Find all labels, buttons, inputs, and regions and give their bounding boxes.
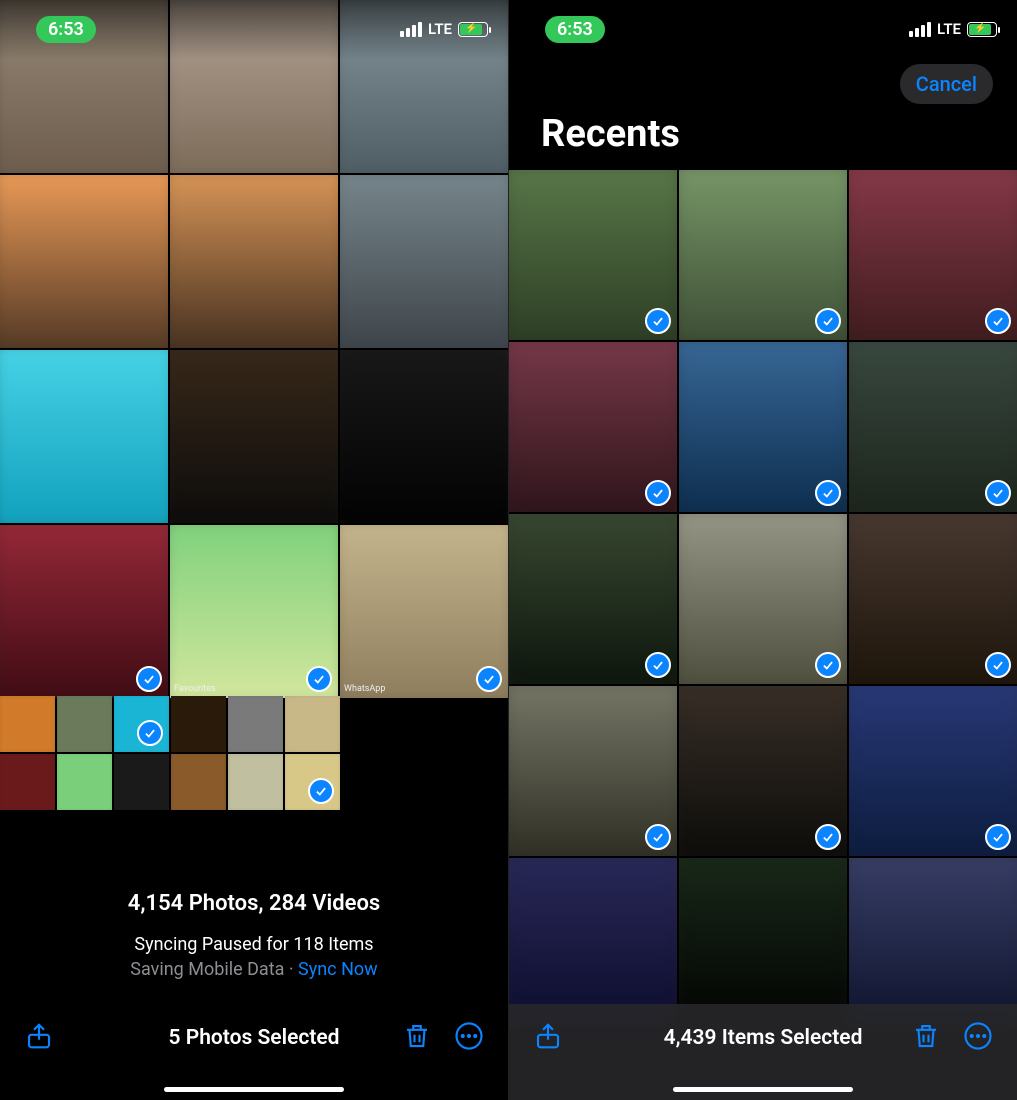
- trash-icon[interactable]: [911, 1021, 941, 1055]
- photo-thumbnail[interactable]: Favourites: [170, 525, 338, 698]
- photo-thumbnail[interactable]: [285, 754, 340, 810]
- selected-check-icon: [645, 824, 671, 850]
- photo-thumbnail[interactable]: [57, 696, 112, 752]
- photo-thumbnail[interactable]: [0, 175, 168, 348]
- signal-strength-icon: [400, 22, 422, 37]
- photo-thumbnail[interactable]: WhatsApp: [340, 525, 508, 698]
- cancel-button[interactable]: Cancel: [900, 64, 993, 104]
- selected-check-icon: [645, 308, 671, 334]
- status-bar: 6:53 LTE ⚡: [509, 14, 1017, 44]
- photo-thumbnail[interactable]: [849, 686, 1017, 856]
- selected-check-icon: [985, 308, 1011, 334]
- photo-thumbnail[interactable]: [170, 175, 338, 348]
- photo-thumbnail[interactable]: [679, 686, 847, 856]
- photo-thumbnail[interactable]: [171, 754, 226, 810]
- sync-now-link[interactable]: Sync Now: [298, 959, 378, 980]
- photo-thumbnail[interactable]: [228, 696, 283, 752]
- photo-thumbnail[interactable]: [849, 170, 1017, 340]
- photo-thumbnail[interactable]: [114, 696, 169, 752]
- selected-check-icon: [645, 652, 671, 678]
- sync-status: Syncing Paused for 118 Items: [0, 934, 508, 955]
- trash-icon[interactable]: [402, 1021, 432, 1055]
- selected-check-icon: [476, 666, 502, 692]
- photo-grid-large[interactable]: Favourites WhatsApp: [0, 0, 508, 694]
- selected-check-icon: [815, 652, 841, 678]
- screen-right-recents-selection: 6:53 LTE ⚡ Cancel Recents 4,439 Items Se…: [508, 0, 1017, 1100]
- album-title: Recents: [541, 112, 680, 156]
- photo-grid[interactable]: [509, 170, 1017, 1030]
- saving-data-label: Saving Mobile Data ·: [130, 959, 298, 980]
- battery-charging-icon: ⚡: [967, 22, 997, 37]
- selected-check-icon: [308, 778, 334, 804]
- photo-thumbnail[interactable]: [679, 342, 847, 512]
- photo-thumbnail[interactable]: [171, 696, 226, 752]
- photo-thumbnail[interactable]: [509, 514, 677, 684]
- selection-toolbar: 4,439 Items Selected: [509, 1004, 1017, 1100]
- more-options-icon[interactable]: [454, 1021, 484, 1055]
- photo-thumbnail[interactable]: [679, 170, 847, 340]
- photo-thumbnail[interactable]: [285, 696, 340, 752]
- photo-video-count: 4,154 Photos, 284 Videos: [0, 891, 508, 916]
- photo-thumbnail[interactable]: [849, 858, 1017, 1028]
- selection-toolbar: 5 Photos Selected: [0, 1004, 508, 1100]
- thumbnail-label: WhatsApp: [344, 684, 385, 694]
- photo-thumbnail[interactable]: [509, 858, 677, 1028]
- selected-check-icon: [815, 824, 841, 850]
- selected-check-icon: [985, 480, 1011, 506]
- selected-check-icon: [985, 652, 1011, 678]
- photo-thumbnail[interactable]: [849, 514, 1017, 684]
- photo-thumbnail[interactable]: [57, 754, 112, 810]
- thumbnail-label: Favourites: [174, 684, 216, 694]
- photo-thumbnail[interactable]: [679, 858, 847, 1028]
- more-options-icon[interactable]: [963, 1021, 993, 1055]
- status-bar: 6:53 LTE ⚡: [0, 14, 508, 44]
- photo-thumbnail[interactable]: [170, 350, 338, 523]
- status-right: LTE ⚡: [400, 20, 488, 38]
- nav-row: Cancel: [900, 72, 993, 96]
- selected-check-icon: [136, 666, 162, 692]
- selected-check-icon: [815, 308, 841, 334]
- battery-charging-icon: ⚡: [458, 22, 488, 37]
- selected-check-icon: [306, 666, 332, 692]
- home-indicator[interactable]: [673, 1087, 853, 1092]
- signal-strength-icon: [909, 22, 931, 37]
- library-summary: 4,154 Photos, 284 Videos Syncing Paused …: [0, 891, 508, 980]
- home-indicator[interactable]: [164, 1087, 344, 1092]
- network-label: LTE: [937, 20, 961, 38]
- network-label: LTE: [428, 20, 452, 38]
- photo-thumbnail[interactable]: [0, 350, 168, 523]
- photo-thumbnail[interactable]: [509, 686, 677, 856]
- selection-count: 5 Photos Selected: [169, 1026, 340, 1050]
- photo-thumbnail[interactable]: [679, 514, 847, 684]
- photo-thumbnail[interactable]: [0, 525, 168, 698]
- photo-grid-small[interactable]: [0, 696, 340, 810]
- selected-check-icon: [985, 824, 1011, 850]
- photo-thumbnail[interactable]: [849, 342, 1017, 512]
- selection-count: 4,439 Items Selected: [664, 1026, 863, 1050]
- photo-thumbnail[interactable]: [0, 696, 55, 752]
- screen-left-photos-selection: 6:53 LTE ⚡ Favourites WhatsApp 4,154 Phot…: [0, 0, 508, 1100]
- photo-thumbnail[interactable]: [114, 754, 169, 810]
- photo-thumbnail[interactable]: [228, 754, 283, 810]
- status-time[interactable]: 6:53: [545, 16, 605, 43]
- selected-check-icon: [137, 720, 163, 746]
- photo-thumbnail[interactable]: [340, 350, 508, 523]
- photo-thumbnail[interactable]: [509, 342, 677, 512]
- selected-check-icon: [645, 480, 671, 506]
- selected-check-icon: [815, 480, 841, 506]
- photo-thumbnail[interactable]: [340, 175, 508, 348]
- sync-detail: Saving Mobile Data · Sync Now: [0, 959, 508, 980]
- photo-thumbnail[interactable]: [509, 170, 677, 340]
- status-right: LTE ⚡: [909, 20, 997, 38]
- photo-thumbnail[interactable]: [0, 754, 55, 810]
- status-time[interactable]: 6:53: [36, 16, 96, 43]
- share-icon[interactable]: [24, 1021, 54, 1055]
- share-icon[interactable]: [533, 1021, 563, 1055]
